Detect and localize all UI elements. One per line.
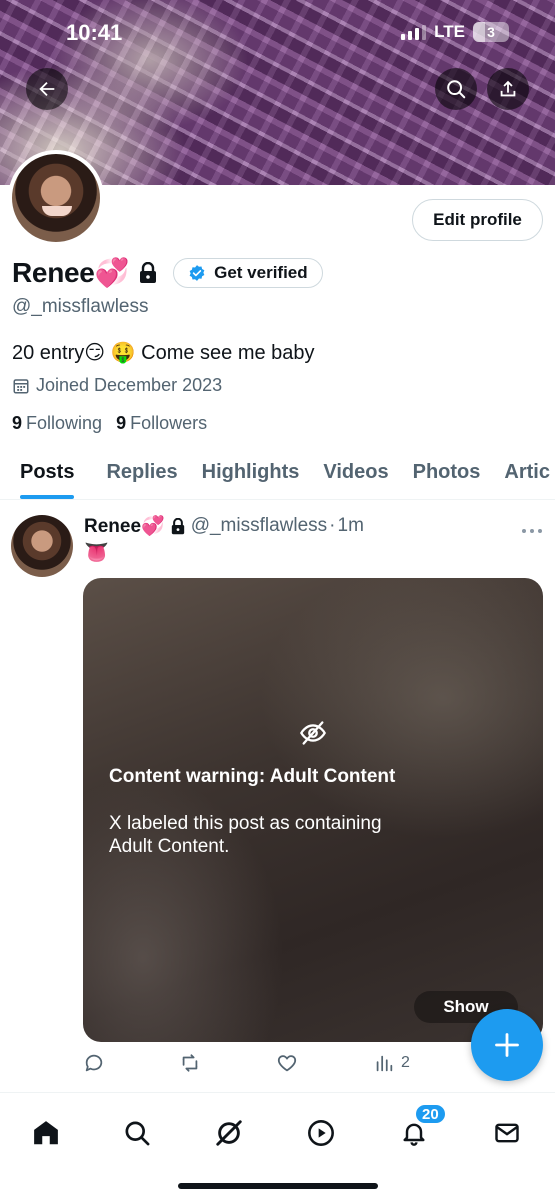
home-icon	[34, 1121, 58, 1145]
notifications-badge: 20	[414, 1103, 447, 1125]
tab-articles[interactable]: Artic	[504, 448, 550, 499]
search-button[interactable]	[435, 68, 477, 110]
content-warning-title: Content warning: Adult Content	[109, 766, 396, 787]
envelope-icon	[495, 1123, 519, 1143]
reply-icon	[85, 1054, 103, 1072]
followers-link[interactable]: 9 Followers	[116, 413, 207, 434]
like-button[interactable]	[276, 1052, 298, 1074]
tab-videos[interactable]: Videos	[323, 448, 388, 499]
search-icon	[447, 80, 466, 99]
get-verified-label: Get verified	[214, 262, 308, 282]
views-count: 2	[401, 1054, 410, 1071]
views-button[interactable]: 2	[373, 1052, 410, 1074]
analytics-icon	[376, 1055, 393, 1072]
more-options-icon[interactable]	[521, 522, 543, 533]
get-verified-button[interactable]: Get verified	[173, 257, 323, 288]
calendar-icon	[13, 378, 29, 393]
nav-home[interactable]	[28, 1115, 64, 1151]
back-button[interactable]	[26, 68, 68, 110]
nav-messages[interactable]	[489, 1115, 525, 1151]
tab-highlights[interactable]: Highlights	[202, 448, 300, 499]
grok-icon	[216, 1120, 242, 1146]
arrow-left-icon	[39, 81, 55, 97]
nav-search[interactable]	[119, 1115, 155, 1151]
post-text: 👅	[84, 542, 109, 564]
status-bar: 10:41 LTE 3	[0, 0, 555, 60]
joined-label: Joined December 2023	[36, 375, 223, 395]
following-link[interactable]: 9 Following	[12, 413, 102, 434]
search-icon	[125, 1121, 150, 1146]
post-time: 1m	[337, 515, 364, 536]
edit-profile-button[interactable]: Edit profile	[412, 199, 543, 241]
status-indicators: LTE 3	[401, 22, 509, 42]
reply-button[interactable]	[83, 1052, 105, 1074]
profile-tabs: Posts Replies Highlights Videos Photos A…	[0, 448, 555, 500]
profile-handle: @_missflawless	[12, 296, 149, 317]
tab-photos[interactable]: Photos	[413, 448, 481, 499]
sensitive-media[interactable]: Content warning: Adult Content X labeled…	[83, 578, 543, 1042]
home-indicator	[178, 1183, 378, 1189]
compose-post-button[interactable]	[471, 1009, 543, 1081]
nav-grok[interactable]	[211, 1115, 247, 1151]
post-avatar[interactable]	[11, 515, 73, 577]
share-icon	[500, 80, 516, 97]
plus-icon	[495, 1033, 519, 1057]
joined-date: Joined December 2023	[12, 375, 222, 396]
status-time: 10:41	[66, 20, 123, 45]
eye-off-icon	[300, 721, 326, 745]
profile-avatar[interactable]	[8, 150, 104, 246]
lock-icon	[139, 261, 157, 284]
signal-icon	[401, 24, 427, 40]
content-warning-description: X labeled this post as containing Adult …	[109, 813, 382, 857]
follow-stats: 9 Following 9 Followers	[12, 413, 207, 434]
repost-icon	[182, 1054, 198, 1072]
display-name: Renee💞	[12, 257, 130, 288]
tab-posts[interactable]: Posts	[20, 448, 75, 499]
post-separator: ·	[329, 515, 336, 536]
network-type: LTE	[434, 22, 465, 41]
post-author-name[interactable]: Renee💞	[84, 514, 165, 538]
heart-icon	[277, 1055, 297, 1072]
tab-replies[interactable]: Replies	[106, 448, 177, 499]
name-row: Renee💞 Get verified	[12, 256, 323, 289]
post-actions: 2	[83, 1052, 483, 1078]
profile-bio: 20 entry😏 🤑 Come see me baby	[12, 342, 315, 364]
share-button[interactable]	[487, 68, 529, 110]
battery-icon: 3	[473, 22, 509, 42]
verified-badge-icon	[189, 264, 205, 281]
play-circle-icon	[308, 1120, 334, 1146]
lock-icon	[171, 517, 184, 534]
post-author-handle[interactable]: @_missflawless	[191, 515, 327, 537]
repost-button[interactable]	[178, 1052, 202, 1074]
nav-notifications[interactable]: 20	[396, 1103, 447, 1151]
nav-video[interactable]	[303, 1115, 339, 1151]
post-header: Renee💞 @_missflawless · 1m	[84, 514, 364, 538]
battery-level: 3	[487, 24, 495, 40]
